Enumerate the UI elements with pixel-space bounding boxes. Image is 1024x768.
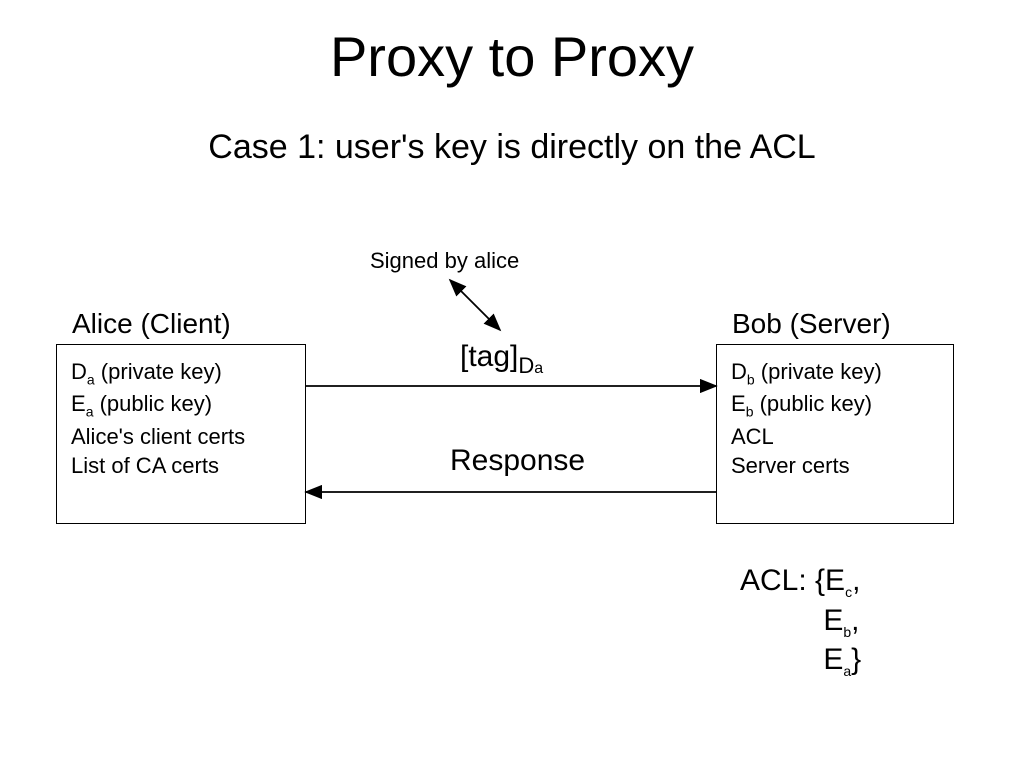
message-tag: [tag]Da — [460, 340, 543, 379]
signed-pointer-arrow — [450, 280, 500, 330]
alice-box: Da (private key)Ea (public key)Alice's c… — [56, 344, 306, 524]
alice-title: Alice (Client) — [72, 308, 231, 340]
slide-title: Proxy to Proxy — [0, 24, 1024, 89]
message-response: Response — [450, 444, 585, 478]
signed-by-label: Signed by alice — [370, 248, 519, 274]
alice-contents: Da (private key)Ea (public key)Alice's c… — [71, 357, 291, 481]
slide-subtitle: Case 1: user's key is directly on the AC… — [0, 128, 1024, 167]
bob-box: Db (private key)Eb (public key)ACLServer… — [716, 344, 954, 524]
bob-contents: Db (private key)Eb (public key)ACLServer… — [731, 357, 939, 481]
bob-title: Bob (Server) — [732, 308, 891, 340]
acl-block: ACL: {Ec, Eb, Ea} — [740, 562, 861, 681]
